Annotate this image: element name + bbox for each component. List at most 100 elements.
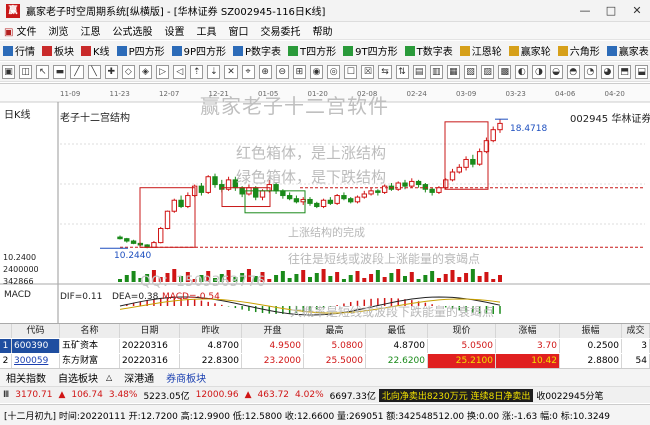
menu-trade[interactable]: 交易委托 [254, 23, 306, 38]
drawing-tool-7-icon[interactable]: ✚ [104, 64, 118, 79]
low-price-label: 10.2440 [114, 251, 152, 261]
candle-body [171, 199, 177, 212]
stock-code-cell[interactable]: 300059 [12, 354, 60, 368]
candle-body [185, 195, 191, 208]
winner-wheel-button[interactable]: 赢家轮 [506, 42, 555, 60]
drawing-tool-13-icon[interactable]: ⇣ [207, 64, 221, 79]
drawing-tool-23-icon[interactable]: ⇆ [378, 64, 392, 79]
drawing-tool-11-icon[interactable]: ◁ [173, 64, 187, 79]
dif-value: DIF=0.11 [60, 292, 103, 302]
menu-browse[interactable]: 浏览 [42, 23, 74, 38]
tab-watchlist[interactable]: 自选板块 [52, 370, 104, 385]
minimize-button[interactable]: — [572, 0, 598, 22]
kline-button[interactable]: K线 [78, 42, 114, 60]
col-name[interactable]: 名称 [60, 324, 120, 338]
northbound-flow-badge[interactable]: 北向净卖出8230万元 连续8日净卖出 [378, 388, 534, 402]
col-date[interactable]: 日期 [120, 324, 180, 338]
volume-bar [118, 279, 122, 282]
menu-gann[interactable]: 江恩 [74, 23, 106, 38]
winner-table-button[interactable]: 赢家表 [604, 42, 650, 60]
sz-index-value[interactable]: 12000.96 [193, 390, 242, 400]
menu-tools[interactable]: 工具 [190, 23, 222, 38]
volume-bar [450, 270, 455, 282]
tab-hk-connect[interactable]: 深港通 [118, 370, 160, 385]
green-box-note: 绿色箱体，是下跌结构 [236, 168, 387, 186]
p-square-button[interactable]: P四方形 [114, 42, 169, 60]
drawing-tool-9-icon[interactable]: ◈ [138, 64, 152, 79]
9t-square-button[interactable]: 9T四方形 [340, 42, 401, 60]
drawing-tool-27-icon[interactable]: ▦ [446, 64, 460, 79]
col-amplitude[interactable]: 振幅 [560, 324, 622, 338]
col-volume[interactable]: 成交 [622, 324, 650, 338]
drawing-tool-2-icon[interactable]: ◫ [19, 64, 33, 79]
col-change[interactable]: 涨幅 [496, 324, 560, 338]
drawing-tool-21-icon[interactable]: ☐ [344, 64, 358, 79]
drawing-tool-1-icon[interactable]: ▣ [2, 64, 16, 79]
drawing-tool-16-icon[interactable]: ⊕ [258, 64, 272, 79]
drawing-tool-10-icon[interactable]: ▷ [155, 64, 170, 79]
drawing-tool-15-icon[interactable]: ⌖ [241, 64, 255, 79]
drawing-tool-18-icon[interactable]: ⊞ [292, 64, 306, 79]
date-tick: 11-23 [110, 90, 130, 98]
drawing-tool-29-icon[interactable]: ▨ [481, 64, 495, 79]
drawing-tool-33-icon[interactable]: ◒ [549, 64, 563, 79]
drawing-tool-22-icon[interactable]: ☒ [361, 64, 375, 79]
menu-formula-select[interactable]: 公式选股 [106, 23, 158, 38]
table-row[interactable]: 1 600390 五矿资本 20220316 4.8700 4.9500 5.0… [0, 339, 650, 353]
drawing-tool-4-icon[interactable]: ▬ [53, 64, 67, 79]
stock-code-cell[interactable]: 600390 [12, 339, 60, 353]
tab-dropdown-icon[interactable]: △ [100, 373, 118, 382]
drawing-tool-14-icon[interactable]: ✕ [224, 64, 238, 79]
drawing-tool-17-icon[interactable]: ⊖ [275, 64, 289, 79]
drawing-tool-31-icon[interactable]: ◐ [515, 64, 529, 79]
col-price[interactable]: 现价 [428, 324, 496, 338]
menu-window[interactable]: 窗口 [222, 23, 254, 38]
drawing-tool-5-icon[interactable]: ╱ [70, 64, 84, 79]
candle-body [158, 227, 164, 244]
drawing-tool-37-icon[interactable]: ⬒ [617, 64, 632, 79]
drawing-tool-30-icon[interactable]: ▩ [498, 64, 512, 79]
drawing-tool-3-icon[interactable]: ↖ [36, 64, 50, 79]
drawing-tool-38-icon[interactable]: ⬓ [635, 64, 649, 79]
drawing-tool-36-icon[interactable]: ◕ [600, 64, 614, 79]
drawing-tool-19-icon[interactable]: ◉ [309, 64, 324, 79]
drawing-tool-28-icon[interactable]: ▧ [463, 64, 478, 79]
menu-help[interactable]: 帮助 [306, 23, 338, 38]
tab-broker-sector[interactable]: 券商板块 [160, 370, 212, 385]
close-button[interactable]: ✕ [624, 0, 650, 22]
hexagon-button[interactable]: 六角形 [555, 42, 604, 60]
drawing-tool-6-icon[interactable]: ╲ [87, 64, 101, 79]
volume-bar [341, 279, 346, 282]
col-prev-close[interactable]: 昨收 [180, 324, 242, 338]
t-square-button[interactable]: T四方形 [285, 42, 340, 60]
drawing-tool-20-icon[interactable]: ◎ [327, 64, 341, 79]
drawing-tool-26-icon[interactable]: ▥ [429, 64, 443, 79]
menu-settings[interactable]: 设置 [158, 23, 190, 38]
col-open[interactable]: 开盘 [242, 324, 304, 338]
tab-related-index[interactable]: 相关指数 [0, 370, 52, 385]
maximize-button[interactable]: □ [598, 0, 624, 22]
t-table-label: T数字表 [416, 47, 453, 58]
drawing-tool-24-icon[interactable]: ⇅ [395, 64, 409, 79]
drawing-tool-25-icon[interactable]: ▤ [412, 64, 426, 79]
table-row[interactable]: 2 300059 东方财富 20220316 22.8300 23.2000 2… [0, 354, 650, 368]
date-tick: 04-06 [555, 90, 576, 98]
col-code[interactable]: 代码 [12, 324, 60, 338]
9p-square-button[interactable]: 9P四方形 [169, 42, 230, 60]
quote-button[interactable]: 行情 [0, 42, 39, 60]
sz-index-change: 463.72 [257, 390, 290, 400]
sector-button[interactable]: 板块 [39, 42, 78, 60]
candle-body [497, 122, 503, 131]
p-table-button[interactable]: P数字表 [230, 42, 285, 60]
drawing-tool-35-icon[interactable]: ◔ [583, 64, 597, 79]
t-table-button[interactable]: T数字表 [402, 42, 457, 60]
col-low[interactable]: 最低 [366, 324, 428, 338]
drawing-tool-8-icon[interactable]: ◇ [121, 64, 135, 79]
col-high[interactable]: 最高 [304, 324, 366, 338]
drawing-tool-34-icon[interactable]: ◓ [566, 64, 580, 79]
gann-wheel-button[interactable]: 江恩轮 [457, 42, 506, 60]
sh-index-value[interactable]: 3170.71 [12, 390, 55, 400]
menu-file[interactable]: 文件 [0, 23, 42, 38]
drawing-tool-12-icon[interactable]: ⇡ [190, 64, 204, 79]
drawing-tool-32-icon[interactable]: ◑ [532, 64, 546, 79]
